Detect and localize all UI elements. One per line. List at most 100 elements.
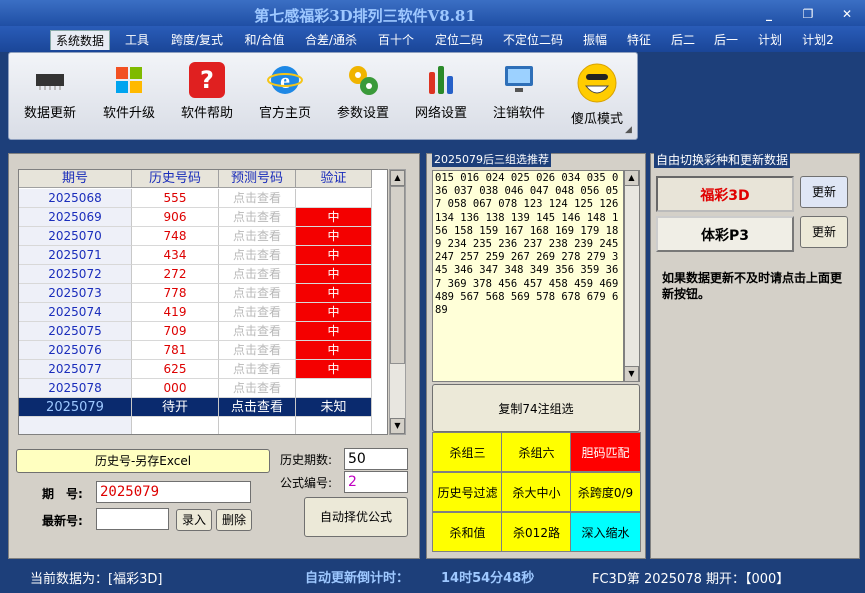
col-history[interactable]: 历史号码 <box>132 170 219 188</box>
right-panel <box>650 153 860 559</box>
tab-diff[interactable]: 合差/通杀 <box>298 30 364 50</box>
table-row[interactable]: 2025079 待开 点击查看 未知 <box>19 398 387 417</box>
filter-button[interactable]: 历史号过滤 <box>432 472 503 512</box>
filter-button[interactable]: 杀和值 <box>432 512 503 552</box>
easy-mode-button[interactable]: 傻瓜模式 <box>565 62 629 127</box>
recommend-numbers[interactable]: 015 016 024 025 026 034 035 036 037 038 … <box>432 170 624 382</box>
col-issue[interactable]: 期号 <box>19 170 132 188</box>
filter-button[interactable]: 杀跨度0/9 <box>570 472 641 512</box>
switch-title: 自由切换彩种和更新数据 <box>654 151 791 168</box>
tab-system-data[interactable]: 系统数据 <box>50 30 110 50</box>
hist-count-input[interactable]: 50 <box>344 448 408 470</box>
filter-button[interactable]: 杀组六 <box>501 432 572 472</box>
homepage-button[interactable]: e 官方主页 <box>253 62 317 121</box>
filter-button[interactable]: 杀组三 <box>432 432 503 472</box>
predict-cell[interactable]: 点击查看 <box>219 246 296 265</box>
scroll-up-button[interactable]: ▲ <box>390 170 405 186</box>
predict-cell[interactable]: 点击查看 <box>219 379 296 398</box>
tab-last1[interactable]: 后一 <box>707 30 745 50</box>
table-row[interactable]: 2025075 709 点击查看中 <box>19 322 387 341</box>
predict-cell[interactable]: 点击查看 <box>219 322 296 341</box>
table-row[interactable]: 2025076 781 点击查看中 <box>19 341 387 360</box>
table-row[interactable]: 2025071 434 点击查看中 <box>19 246 387 265</box>
issue-cell: 2025068 <box>19 189 132 208</box>
tab-sum[interactable]: 和/合值 <box>237 30 292 50</box>
filter-button[interactable]: 胆码匹配 <box>570 432 641 472</box>
predict-cell[interactable]: 点击查看 <box>219 360 296 379</box>
lottery-p3[interactable]: 体彩P3 <box>656 216 794 252</box>
issue-input[interactable]: 2025079 <box>96 481 251 503</box>
tab-feature[interactable]: 特征 <box>620 30 658 50</box>
update-p3-button[interactable]: 更新 <box>800 216 848 248</box>
predict-cell[interactable]: 点击查看 <box>219 227 296 246</box>
tab-nonpos2[interactable]: 不定位二码 <box>497 30 569 50</box>
window-title: 第七感福彩3D排列三软件V8.81 <box>254 7 476 25</box>
lottery-fc3d[interactable]: 福彩3D <box>656 176 794 212</box>
close-button[interactable]: ✕ <box>836 5 858 23</box>
table-row[interactable]: 2025070 748 点击查看中 <box>19 227 387 246</box>
update-data-button[interactable]: 数据更新 <box>18 62 82 121</box>
tab-tools[interactable]: 工具 <box>118 30 156 50</box>
help-button[interactable]: ? 软件帮助 <box>175 62 239 121</box>
col-predict[interactable]: 预测号码 <box>219 170 296 188</box>
auto-formula-button[interactable]: 自动择优公式 <box>304 497 408 537</box>
ie-icon: e <box>267 62 303 98</box>
numbers-scrollbar[interactable] <box>624 170 640 382</box>
numbers-scroll-down[interactable]: ▼ <box>624 366 639 382</box>
last-draw: FC3D第 2025078 期开：【000】 <box>592 572 790 587</box>
tab-plan2[interactable]: 计划2 <box>795 30 841 50</box>
minimize-button[interactable]: _ <box>758 5 780 23</box>
toolbar-label: 软件帮助 <box>180 106 233 121</box>
table-row[interactable]: 2025069 906 点击查看中 <box>19 208 387 227</box>
latest-input[interactable] <box>96 508 169 530</box>
tab-amplitude[interactable]: 振幅 <box>576 30 614 50</box>
tab-digits[interactable]: 百十个 <box>372 30 420 50</box>
history-cell: 709 <box>132 322 219 341</box>
export-excel-button[interactable]: 历史号-另存Excel <box>16 449 270 473</box>
logout-button[interactable]: 注销软件 <box>487 62 551 121</box>
settings-button[interactable]: 参数设置 <box>331 62 395 121</box>
predict-cell[interactable]: 点击查看 <box>219 189 296 208</box>
restore-button[interactable]: ❐ <box>797 5 819 23</box>
update-fc3d-button[interactable]: 更新 <box>800 176 848 208</box>
smiley-icon <box>576 62 618 104</box>
tab-span[interactable]: 跨度/复式 <box>162 30 232 50</box>
filter-button[interactable]: 杀012路 <box>501 512 572 552</box>
table-row[interactable]: 2025077 625 点击查看中 <box>19 360 387 379</box>
table-row[interactable]: 2025074 419 点击查看中 <box>19 303 387 322</box>
countdown-value: 14时54分48秒 <box>441 571 535 586</box>
upgrade-button[interactable]: 软件升级 <box>97 62 161 121</box>
predict-cell[interactable]: 点击查看 <box>219 265 296 284</box>
table-row[interactable]: 2025072 272 点击查看中 <box>19 265 387 284</box>
predict-cell[interactable]: 点击查看 <box>219 341 296 360</box>
scroll-thumb[interactable] <box>390 186 405 364</box>
formula-input[interactable]: 2 <box>344 471 408 493</box>
numbers-scroll-up[interactable]: ▲ <box>624 170 639 186</box>
tab-last2[interactable]: 后二 <box>664 30 702 50</box>
table-row[interactable]: 2025073 778 点击查看中 <box>19 284 387 303</box>
history-cell: 748 <box>132 227 219 246</box>
enter-button[interactable]: 录入 <box>176 509 212 531</box>
predict-cell[interactable]: 点击查看 <box>219 303 296 322</box>
issue-cell: 2025077 <box>19 360 132 379</box>
tab-plan[interactable]: 计划 <box>751 30 789 50</box>
predict-cell[interactable]: 点击查看 <box>219 284 296 303</box>
copy-group-button[interactable]: 复制74注组选 <box>432 384 640 432</box>
table-row[interactable]: 2025078 000 点击查看 <box>19 379 387 398</box>
predict-cell[interactable]: 点击查看 <box>219 398 296 417</box>
verify-cell: 未知 <box>296 398 372 417</box>
history-cell: 555 <box>132 189 219 208</box>
delete-button[interactable]: 删除 <box>216 509 252 531</box>
chip-icon <box>32 62 68 98</box>
history-cell: 778 <box>132 284 219 303</box>
col-verify[interactable]: 验证 <box>296 170 372 188</box>
network-settings-button[interactable]: 网络设置 <box>409 62 473 121</box>
predict-cell[interactable]: 点击查看 <box>219 208 296 227</box>
monitor-icon <box>501 62 537 98</box>
history-cell: 906 <box>132 208 219 227</box>
tab-pos2[interactable]: 定位二码 <box>428 30 490 50</box>
filter-button[interactable]: 深入缩水 <box>570 512 641 552</box>
table-row[interactable]: 2025068 555 点击查看 <box>19 189 387 208</box>
scroll-down-button[interactable]: ▼ <box>390 418 405 434</box>
filter-button[interactable]: 杀大中小 <box>501 472 572 512</box>
